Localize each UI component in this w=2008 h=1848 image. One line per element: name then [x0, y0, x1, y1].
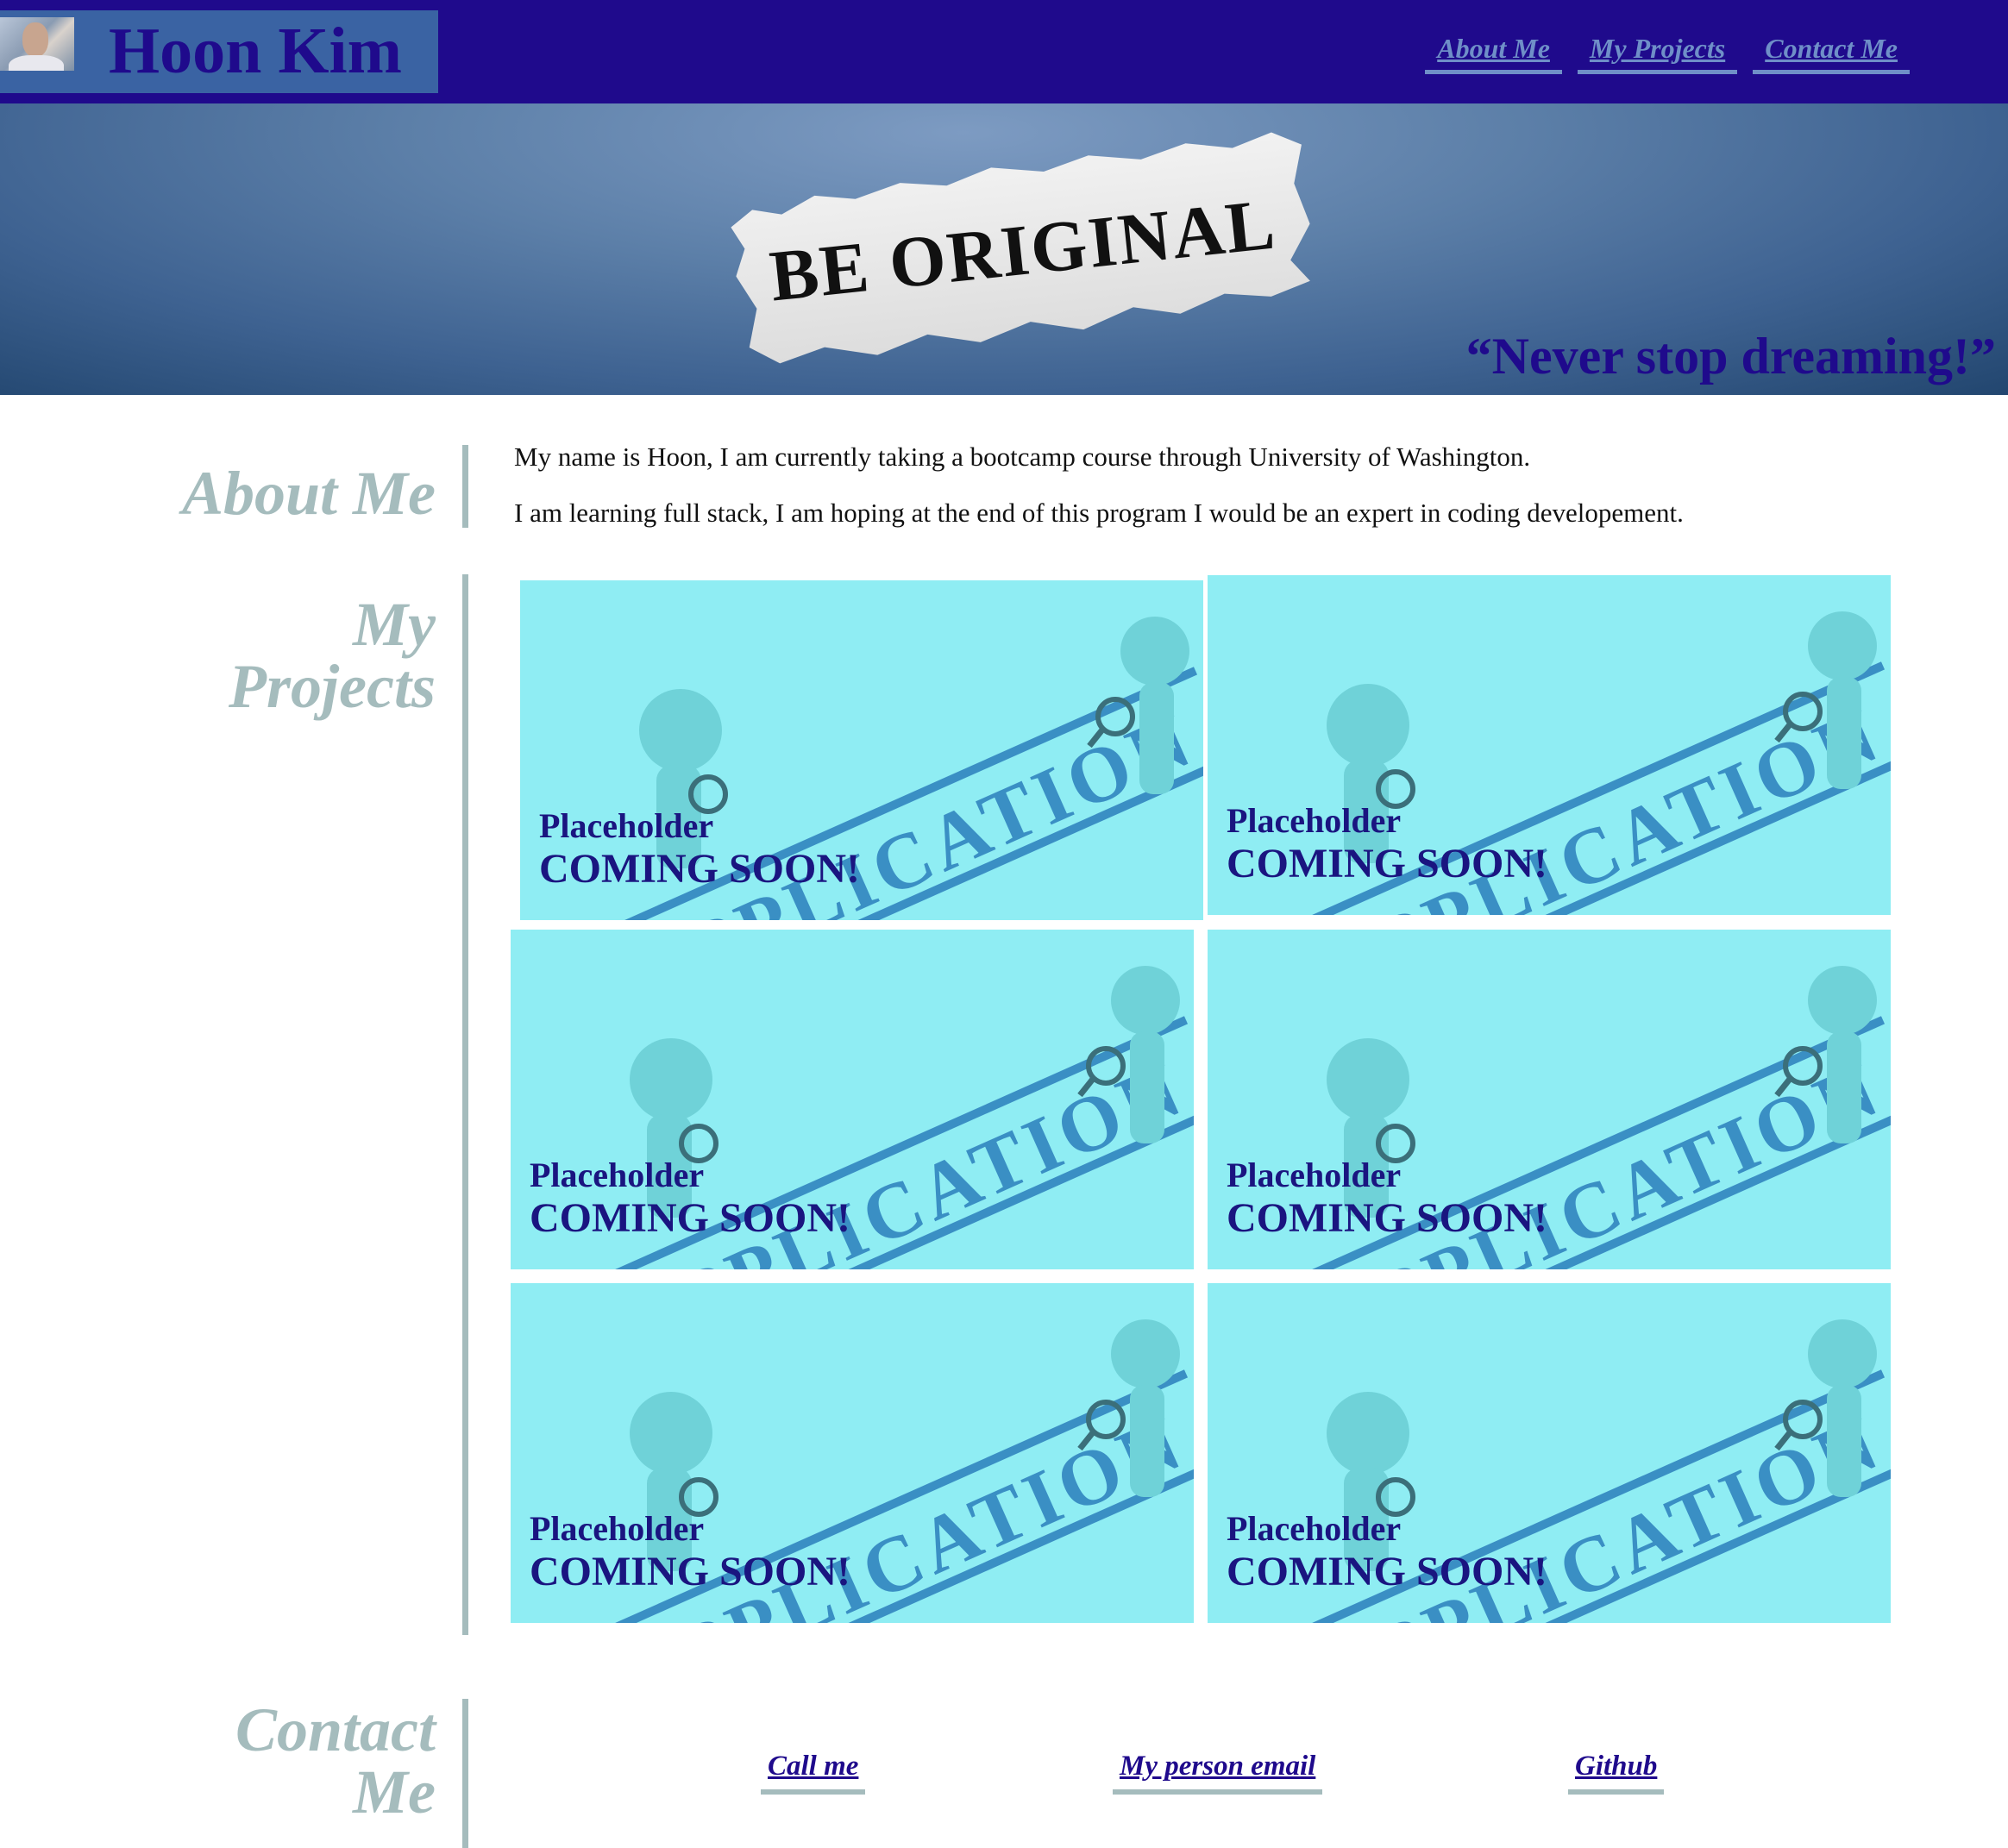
card-subtitle: COMING SOON! — [1227, 1549, 1547, 1594]
project-card[interactable]: APPLICATION Placeholder COMING SOON! — [520, 580, 1203, 920]
call-me-link[interactable]: Call me — [761, 1751, 866, 1795]
card-title: Placeholder — [530, 1509, 705, 1548]
hero-banner: BE ORIGINAL “Never stop dreaming!” — [0, 103, 2008, 395]
projects-title-line1: My — [353, 590, 436, 659]
projects-divider — [462, 574, 468, 1635]
nav-link-about-me[interactable]: About Me — [1425, 33, 1562, 74]
email-link[interactable]: My person email — [1113, 1751, 1323, 1795]
card-subtitle: COMING SOON! — [1227, 1195, 1547, 1241]
card-title: Placeholder — [539, 806, 714, 845]
project-card[interactable]: APPLICATION Placeholder COMING SOON! — [1208, 575, 1891, 915]
brand[interactable]: Hoon Kim — [0, 10, 438, 93]
card-subtitle: COMING SOON! — [530, 1195, 850, 1241]
main-nav: About Me My Projects Contact Me — [1425, 33, 1910, 74]
contact-divider — [462, 1699, 468, 1848]
project-card[interactable]: APPLICATION Placeholder COMING SOON! — [511, 930, 1194, 1269]
card-title: Placeholder — [1227, 1156, 1402, 1194]
project-card[interactable]: APPLICATION Placeholder COMING SOON! — [1208, 1283, 1891, 1623]
be-original-paper: BE ORIGINAL — [726, 126, 1319, 375]
contact-title-line1: Contact — [235, 1695, 436, 1764]
paper-text: BE ORIGINAL — [766, 184, 1280, 317]
about-title: About Me — [181, 459, 436, 528]
avatar — [0, 17, 74, 71]
card-title: Placeholder — [1227, 1509, 1402, 1548]
about-paragraph-2: I am learning full stack, I am hoping at… — [514, 498, 1684, 528]
about-divider — [462, 445, 468, 528]
github-link[interactable]: Github — [1568, 1751, 1665, 1795]
card-subtitle: COMING SOON! — [1227, 841, 1547, 886]
card-subtitle: COMING SOON! — [530, 1549, 850, 1594]
projects-title: My Projects — [229, 593, 436, 717]
nav-link-my-projects[interactable]: My Projects — [1577, 33, 1738, 74]
card-title: Placeholder — [1227, 801, 1402, 840]
projects-title-line2: Projects — [229, 652, 436, 721]
site-header: Hoon Kim About Me My Projects Contact Me — [0, 0, 2008, 103]
project-card[interactable]: APPLICATION Placeholder COMING SOON! — [1208, 930, 1891, 1269]
contact-title: Contact Me — [235, 1699, 436, 1823]
project-card[interactable]: APPLICATION Placeholder COMING SOON! — [511, 1283, 1194, 1623]
card-subtitle: COMING SOON! — [539, 846, 860, 892]
nav-link-contact-me[interactable]: Contact Me — [1753, 33, 1910, 74]
about-paragraph-1: My name is Hoon, I am currently taking a… — [514, 442, 1531, 472]
card-title: Placeholder — [530, 1156, 705, 1194]
contact-title-line2: Me — [353, 1757, 436, 1826]
site-title: Hoon Kim — [109, 15, 402, 87]
hero-quote: “Never stop dreaming!” — [1465, 328, 1996, 385]
